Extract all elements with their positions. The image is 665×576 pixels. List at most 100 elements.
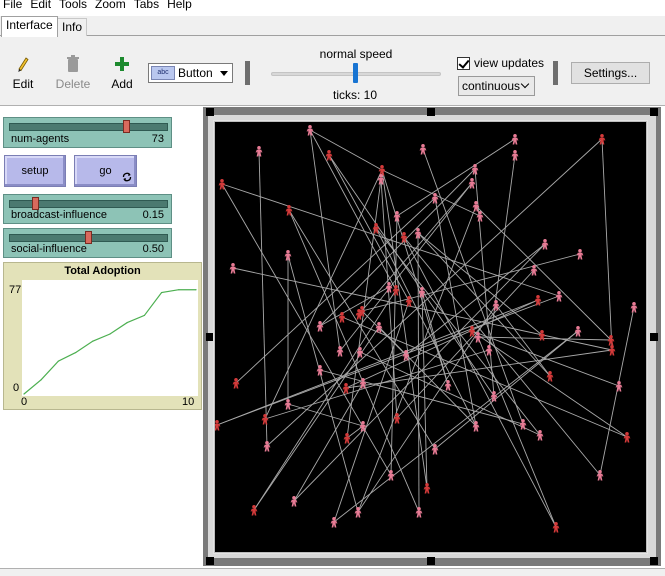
num-agents-slider[interactable]: num-agents 73 [3, 117, 172, 148]
resize-handle[interactable] [427, 557, 435, 565]
widget-type-select[interactable]: abc Button [148, 63, 233, 83]
broadcast-influence-slider[interactable]: broadcast-influence 0.15 [3, 194, 172, 224]
plot-point [109, 333, 111, 335]
menu-tools[interactable]: Tools [55, 0, 91, 14]
menu-file[interactable]: File [0, 0, 26, 14]
agent-icon [472, 421, 480, 432]
slider-value: 0.50 [142, 243, 164, 255]
menu-zoom[interactable]: Zoom [91, 0, 130, 14]
add-label: Add [111, 77, 133, 91]
resize-handle[interactable] [206, 333, 214, 341]
agent-adopter-icon [338, 312, 346, 323]
network-link [216, 295, 560, 426]
plot-x-max-label: 10 [182, 396, 195, 408]
agent-icon [385, 282, 393, 293]
slider-thumb[interactable] [123, 120, 130, 133]
agent-icon [419, 144, 427, 155]
update-mode-value: continuous [462, 79, 521, 93]
setup-button[interactable]: setup [4, 155, 66, 187]
agent-icon [316, 321, 324, 332]
network-link [258, 150, 268, 447]
menu-edit[interactable]: Edit [26, 0, 55, 14]
resize-handle[interactable] [650, 557, 658, 565]
resize-handle[interactable] [650, 333, 658, 341]
agent-adopter-icon [342, 383, 350, 394]
network-link [381, 169, 481, 217]
plot-series-line [23, 289, 196, 395]
plot-svg [23, 289, 197, 395]
settings-button[interactable]: Settings... [571, 62, 650, 84]
slider-track[interactable] [9, 123, 168, 131]
plot-point [195, 289, 197, 291]
delete-button[interactable]: Delete [53, 53, 93, 91]
view-updates-checkbox[interactable]: view updates [457, 56, 544, 70]
network-link [381, 169, 428, 489]
tab-interface[interactable]: Interface [1, 16, 58, 37]
update-mode-select[interactable]: continuous [458, 76, 535, 96]
network-link [477, 336, 557, 528]
plus-icon [102, 53, 142, 75]
plot-point [178, 289, 180, 291]
plot-title: Total Adoption [64, 265, 141, 277]
agent-icon [330, 517, 338, 528]
button-widget-icon: abc [151, 66, 175, 80]
plot-point [92, 340, 94, 342]
agent-icon [415, 507, 423, 518]
plot-point [143, 314, 145, 317]
plot-area [22, 280, 198, 396]
network-link [422, 148, 524, 425]
agent-icon [511, 134, 519, 145]
delete-label: Delete [55, 77, 91, 91]
resize-handle[interactable] [206, 108, 214, 116]
network-link [601, 138, 613, 351]
go-button[interactable]: go [74, 155, 137, 187]
edit-button[interactable]: Edit [3, 53, 43, 91]
menu-tabs[interactable]: Tabs [130, 0, 163, 14]
agent-adopter-icon [423, 483, 431, 494]
network-link [346, 425, 364, 439]
menu-help[interactable]: Help [163, 0, 196, 14]
network-link [333, 300, 410, 523]
agent-adopter-icon [378, 165, 386, 176]
resize-handle[interactable] [427, 108, 435, 116]
plot-point [57, 360, 60, 362]
tab-info[interactable]: Info [57, 18, 88, 37]
forever-icon [122, 172, 132, 182]
slider-label: broadcast-influence [11, 209, 108, 221]
agent-icon [511, 150, 519, 161]
tab-strip: Interface Info [0, 16, 665, 37]
toolbar-separator [245, 61, 250, 85]
view-updates-label: view updates [474, 56, 545, 70]
add-button[interactable]: Add [102, 53, 142, 91]
checkbox-checked-icon[interactable] [457, 56, 470, 70]
plot-y-max-label: 77 [9, 284, 22, 296]
resize-handle[interactable] [206, 557, 214, 565]
speed-slider-thumb[interactable] [353, 63, 358, 83]
network-link [288, 209, 436, 450]
world-canvas [213, 125, 638, 533]
world-view[interactable] [213, 120, 648, 554]
agent-adopter-icon [552, 522, 560, 533]
network-link [417, 232, 420, 513]
trash-icon [53, 53, 93, 75]
network-link [434, 197, 477, 427]
agent-adopter-icon [393, 413, 401, 424]
menu-bar: File Edit Tools Zoom Tabs Help [0, 0, 665, 14]
agent-adopter-icon [607, 335, 615, 346]
chevron-down-icon [520, 79, 530, 89]
network-link [471, 330, 628, 438]
social-influence-slider[interactable]: social-influence 0.50 [3, 228, 172, 258]
agent-icon [444, 380, 452, 391]
agent-icon [229, 263, 237, 274]
total-adoption-plot: Total Adoption 77 0 0 10 [3, 262, 202, 410]
slider-label: social-influence [11, 243, 87, 255]
plot-y-min-label: 0 [13, 382, 20, 394]
netlogo-window: { "menu": ["File", "Edit", "Tools", "Zoo… [0, 0, 665, 576]
network-link [434, 330, 579, 450]
agent-icon [541, 239, 549, 250]
plot-point [126, 321, 128, 324]
network-link [288, 209, 420, 513]
resize-handle[interactable] [650, 108, 658, 116]
go-label: go [99, 165, 112, 177]
pencil-icon [3, 53, 43, 75]
